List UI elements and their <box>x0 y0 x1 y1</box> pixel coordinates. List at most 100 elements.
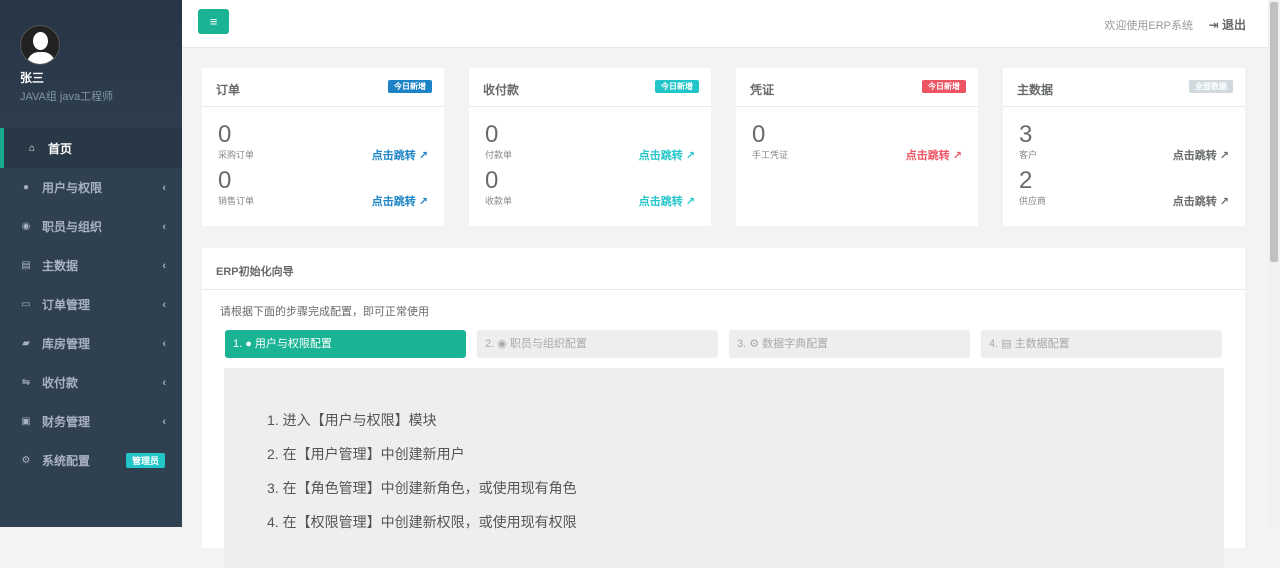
stat-row: 0 付款单 点击跳转 ↗ <box>469 119 711 165</box>
card-label: 今日新增 <box>655 80 699 93</box>
instruction-item: 3. 在【角色管理】中创建新角色，或使用现有角色 <box>267 480 577 496</box>
user-role: JAVA组 java工程师 <box>20 91 114 103</box>
stat-row: 0 采购订单 点击跳转 ↗ <box>202 119 444 165</box>
stat-value: 0 <box>752 121 766 148</box>
sidebar-nav: ⌂ 首页 ● 用户与权限 ‹ ◉ 职员与组织 ‹ ▤ 主数据 ‹ ▭ 订单管理 ‹ ▰ 库房管理 ‹ ⇋ 收付款 ‹ ▣… <box>0 128 182 480</box>
jump-link[interactable]: 点击跳转 ↗ <box>639 193 695 209</box>
sidebar-item-1[interactable]: ● 用户与权限 ‹ <box>0 168 182 207</box>
truck-icon: ▰ <box>22 338 30 349</box>
user-circle-icon: ◉ <box>21 221 31 232</box>
jump-link[interactable]: 点击跳转 ↗ <box>639 147 695 163</box>
money-icon: ▣ <box>21 416 31 427</box>
user-name[interactable]: 张三 <box>20 69 162 86</box>
chevron-left-icon: ‹ <box>162 181 166 194</box>
sidebar: 张三 JAVA组 java工程师 ⌂ 首页 ● 用户与权限 ‹ ◉ 职员与组织 ‹ ▤ 主数据 ‹ ▭… <box>0 0 182 527</box>
wizard-step-1[interactable]: 1. ● 用户与权限配置 <box>225 330 466 358</box>
admin-badge: 管理员 <box>125 453 165 468</box>
user-shield-icon: ● <box>22 182 30 193</box>
sidebar-item-0[interactable]: ⌂ 首页 <box>0 128 182 168</box>
card-title: 收付款 <box>483 83 520 97</box>
external-link-icon: ↗ <box>418 150 428 162</box>
sidebar-item-5[interactable]: ▰ 库房管理 ‹ <box>0 324 182 363</box>
logout-button[interactable]: ⇥ 退出 <box>1209 16 1246 33</box>
jump-link-label: 点击跳转 <box>371 196 416 208</box>
jump-link-label: 点击跳转 <box>638 150 683 162</box>
card-title: 订单 <box>216 83 241 97</box>
jump-link[interactable]: 点击跳转 ↗ <box>372 147 428 163</box>
stat-value: 3 <box>1019 121 1033 148</box>
sidebar-item-2[interactable]: ◉ 职员与组织 ‹ <box>0 207 182 246</box>
external-link-icon: ↗ <box>418 196 428 208</box>
sidebar-item-label: 系统配置 <box>42 454 91 468</box>
instruction-item: 4. 在【权限管理】中创建新权限，或使用现有权限 <box>267 514 577 530</box>
wizard-step-3[interactable]: 3. ⚙ 数据字典配置 <box>729 330 970 358</box>
wizard-tip: 请根据下面的步骤完成配置，即可正常使用 <box>220 306 429 318</box>
sidebar-item-label: 财务管理 <box>42 415 91 429</box>
sidebar-item-label: 订单管理 <box>42 298 91 312</box>
card-header: 凭证 今日新增 <box>736 68 978 107</box>
sidebar-item-3[interactable]: ▤ 主数据 ‹ <box>0 246 182 285</box>
jump-link[interactable]: 点击跳转 ↗ <box>906 147 962 163</box>
chevron-left-icon: ‹ <box>162 220 166 233</box>
sidebar-item-7[interactable]: ▣ 财务管理 ‹ <box>0 402 182 441</box>
stat-row: 2 供应商 点击跳转 ↗ <box>1003 165 1245 211</box>
card-title: 凭证 <box>750 83 775 97</box>
external-link-icon: ↗ <box>685 196 695 208</box>
external-link-icon: ↗ <box>685 150 695 162</box>
sidebar-item-6[interactable]: ⇋ 收付款 ‹ <box>0 363 182 402</box>
stat-card: 凭证 今日新增 0 手工凭证 点击跳转 ↗ <box>736 68 978 226</box>
sidebar-item-label: 职员与组织 <box>42 220 103 234</box>
chevron-left-icon: ‹ <box>162 376 166 389</box>
stat-row: 3 客户 点击跳转 ↗ <box>1003 119 1245 165</box>
card-header: 订单 今日新增 <box>202 68 444 107</box>
top-bar: ≡ 欢迎使用ERP系统 ⇥ 退出 <box>182 0 1268 48</box>
sign-out-icon: ⇥ <box>1208 18 1222 32</box>
database-icon: ▤ <box>21 260 31 271</box>
wizard-step-4[interactable]: 4. ▤ 主数据配置 <box>981 330 1222 358</box>
card-title: 主数据 <box>1017 83 1054 97</box>
stat-value: 0 <box>218 121 232 148</box>
card-header: 主数据 全部数据 <box>1003 68 1245 107</box>
stat-row: 0 手工凭证 点击跳转 ↗ <box>736 119 978 165</box>
scrollbar-thumb[interactable] <box>1270 2 1278 262</box>
stat-value: 0 <box>218 167 232 194</box>
chevron-left-icon: ‹ <box>162 337 166 350</box>
stat-value: 0 <box>485 167 499 194</box>
order-icon: ▭ <box>21 299 31 310</box>
jump-link-label: 点击跳转 <box>371 150 416 162</box>
external-link-icon: ↗ <box>952 150 962 162</box>
handshake-icon: ⇋ <box>21 377 31 388</box>
jump-link-label: 点击跳转 <box>905 150 950 162</box>
menu-toggle-button[interactable]: ≡ <box>198 9 229 34</box>
chevron-left-icon: ‹ <box>162 415 166 428</box>
sidebar-item-label: 主数据 <box>42 259 79 273</box>
init-wizard: ERP初始化向导 请根据下面的步骤完成配置，即可正常使用 1. ● 用户与权限配… <box>202 248 1245 568</box>
sidebar-item-label: 用户与权限 <box>42 181 103 195</box>
sidebar-item-label: 收付款 <box>42 376 79 390</box>
welcome-text: 欢迎使用ERP系统 <box>1104 20 1193 32</box>
stat-card: 订单 今日新增 0 采购订单 点击跳转 ↗ 0 销售订单 点击跳转 ↗ <box>202 68 444 226</box>
chevron-left-icon: ‹ <box>162 259 166 272</box>
scrollbar[interactable] <box>1268 0 1280 527</box>
wizard-step-2[interactable]: 2. ◉ 职员与组织配置 <box>477 330 718 358</box>
card-label: 今日新增 <box>922 80 966 93</box>
jump-link-label: 点击跳转 <box>1172 150 1217 162</box>
stat-card: 收付款 今日新增 0 付款单 点击跳转 ↗ 0 收款单 点击跳转 ↗ <box>469 68 711 226</box>
instruction-item: 1. 进入【用户与权限】模块 <box>267 412 437 428</box>
jump-link[interactable]: 点击跳转 ↗ <box>372 193 428 209</box>
stat-row: 0 收款单 点击跳转 ↗ <box>469 165 711 211</box>
step-content: 1. 进入【用户与权限】模块 2. 在【用户管理】中创建新用户 3. 在【角色管理】… <box>224 368 1224 568</box>
sidebar-item-8[interactable]: ⚙ 系统配置 管理员 <box>0 441 182 480</box>
stat-row: 0 销售订单 点击跳转 ↗ <box>202 165 444 211</box>
stat-card: 主数据 全部数据 3 客户 点击跳转 ↗ 2 供应商 点击跳转 ↗ <box>1003 68 1245 226</box>
jump-link[interactable]: 点击跳转 ↗ <box>1173 147 1229 163</box>
stat-value: 2 <box>1019 167 1033 194</box>
jump-link-label: 点击跳转 <box>1172 196 1217 208</box>
sidebar-item-label: 库房管理 <box>42 337 91 351</box>
instruction-item: 2. 在【用户管理】中创建新用户 <box>267 446 465 462</box>
sidebar-item-4[interactable]: ▭ 订单管理 ‹ <box>0 285 182 324</box>
chevron-left-icon: ‹ <box>162 298 166 311</box>
jump-link[interactable]: 点击跳转 ↗ <box>1173 193 1229 209</box>
avatar[interactable] <box>20 25 60 65</box>
logout-label: 退出 <box>1221 18 1246 32</box>
